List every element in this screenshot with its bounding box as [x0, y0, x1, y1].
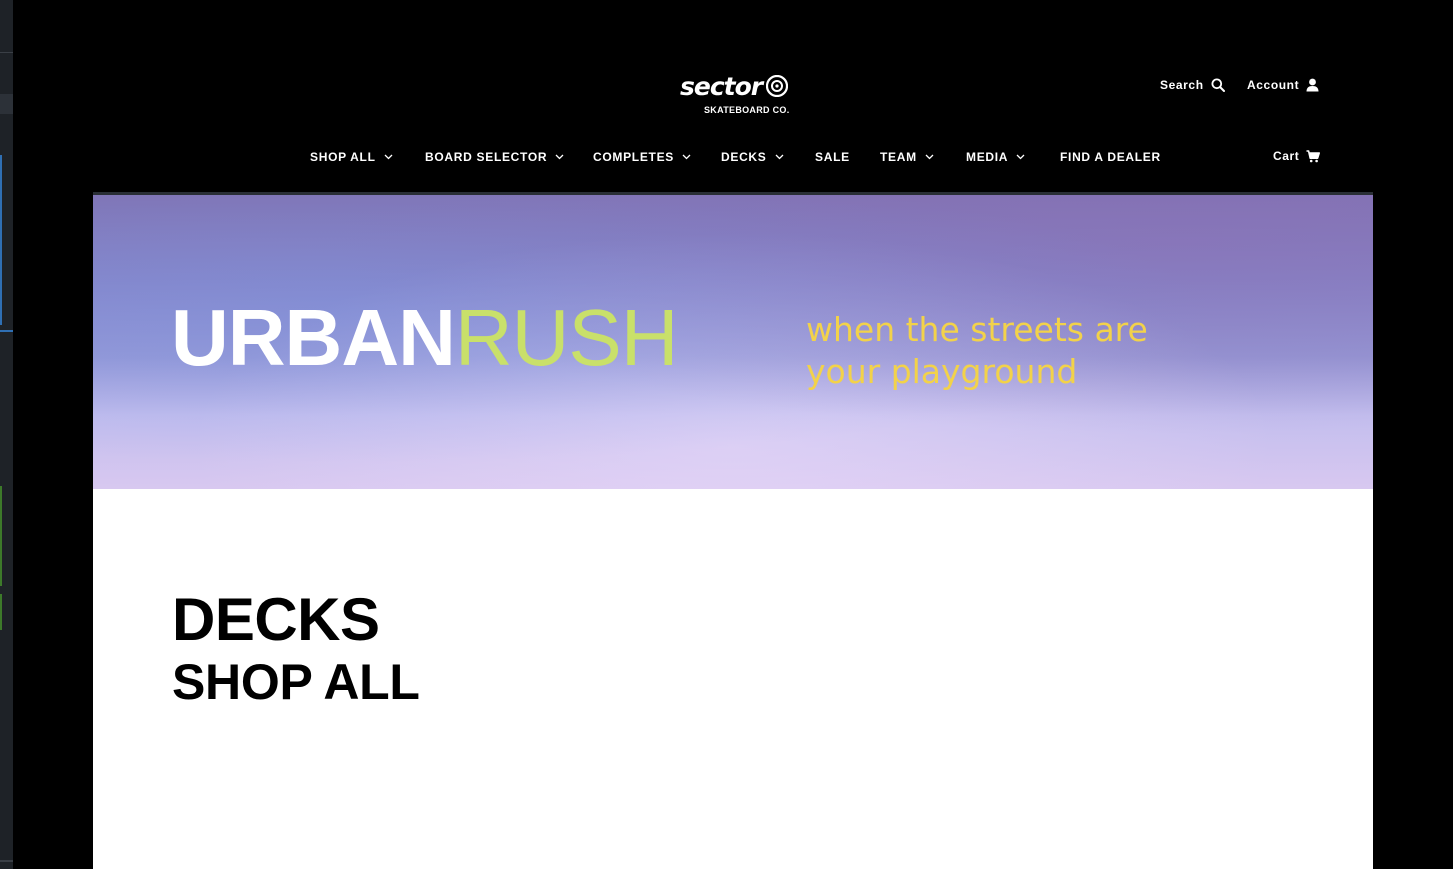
search-link[interactable]: Search — [1160, 78, 1225, 92]
hero-title-light: RUSH — [454, 293, 679, 382]
chevron-down-icon — [682, 154, 691, 160]
hero-banner: URBANRUSH when the streets are your play… — [93, 195, 1373, 489]
nav-item-board-selector[interactable]: BOARD SELECTOR — [425, 150, 564, 164]
logo-wordmark: sector — [680, 72, 763, 101]
nav-item-find-a-dealer[interactable]: FIND A DEALER — [1060, 150, 1161, 164]
user-icon — [1306, 78, 1319, 92]
search-label: Search — [1160, 78, 1204, 92]
wheel-icon — [766, 75, 788, 97]
main-content: DECKS SHOP ALL — [93, 489, 1373, 869]
site-page: sector SKATEBOARD CO. Search Account Car… — [13, 0, 1453, 869]
nav-item-label: BOARD SELECTOR — [425, 150, 548, 164]
nav-item-media[interactable]: MEDIA — [966, 150, 1025, 164]
logo-tagline: SKATEBOARD CO. — [704, 105, 790, 115]
nav-item-label: FIND A DEALER — [1060, 150, 1161, 164]
nav-item-label: SHOP ALL — [310, 150, 376, 164]
nav-item-label: DECKS — [721, 150, 767, 164]
chevron-down-icon — [925, 154, 934, 160]
main-nav: SHOP ALL BOARD SELECTOR COMPLETES DECKS … — [13, 150, 1453, 170]
nav-item-team[interactable]: TEAM — [880, 150, 934, 164]
hero-title: URBANRUSH — [171, 293, 679, 383]
page-title: DECKS — [172, 586, 380, 653]
account-link[interactable]: Account — [1247, 78, 1319, 92]
account-label: Account — [1247, 78, 1300, 92]
nav-item-label: MEDIA — [966, 150, 1009, 164]
hero-tagline: when the streets are your playground — [806, 310, 1148, 391]
nav-item-label: SALE — [815, 150, 850, 164]
nav-item-label: COMPLETES — [593, 150, 674, 164]
nav-item-decks[interactable]: DECKS — [721, 150, 784, 164]
page-subtitle: SHOP ALL — [172, 654, 420, 710]
nav-item-sale[interactable]: SALE — [815, 150, 850, 164]
site-header: sector SKATEBOARD CO. Search Account Car… — [13, 0, 1453, 195]
nav-item-shop-all[interactable]: SHOP ALL — [310, 150, 393, 164]
chevron-down-icon — [555, 154, 564, 160]
nav-item-label: TEAM — [880, 150, 917, 164]
nav-item-completes[interactable]: COMPLETES — [593, 150, 691, 164]
site-logo[interactable]: sector SKATEBOARD CO. — [680, 72, 794, 120]
editor-side-strip — [0, 0, 13, 869]
chevron-down-icon — [1016, 154, 1025, 160]
hero-title-bold: URBAN — [171, 293, 456, 382]
chevron-down-icon — [384, 154, 393, 160]
search-icon — [1211, 78, 1225, 92]
chevron-down-icon — [775, 154, 783, 160]
